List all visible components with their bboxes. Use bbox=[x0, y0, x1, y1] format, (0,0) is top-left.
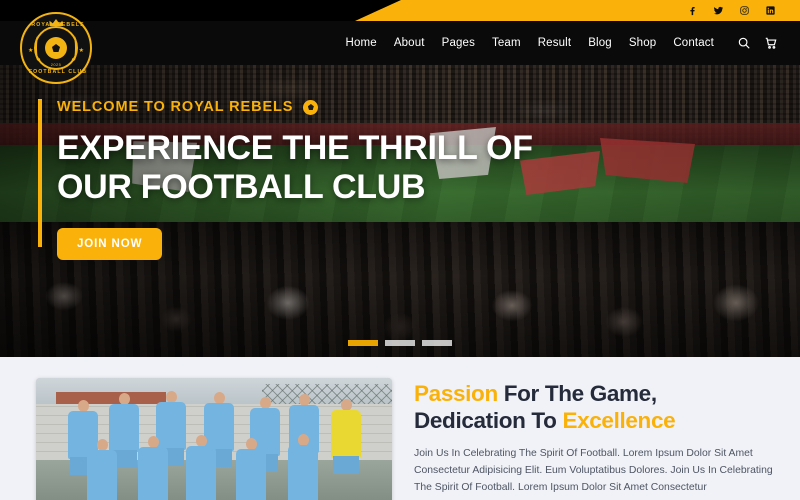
site-header: ROYAL REBELS FOOTBALL CLUB ★ ★ 2025 Home… bbox=[0, 12, 800, 84]
nav-item-team[interactable]: Team bbox=[492, 37, 521, 49]
slider-dot-1[interactable] bbox=[348, 340, 378, 346]
logo-star-right-icon: ★ bbox=[78, 48, 84, 54]
top-bar bbox=[0, 0, 800, 21]
logo-badge: ROYAL REBELS FOOTBALL CLUB ★ ★ 2025 bbox=[20, 12, 92, 84]
page-root: ROYAL REBELS FOOTBALL CLUB ★ ★ 2025 Home… bbox=[0, 0, 800, 500]
hero-eyebrow-text: WELCOME TO ROYAL REBELS bbox=[57, 99, 294, 115]
hero-eyebrow: WELCOME TO ROYAL REBELS bbox=[57, 99, 598, 115]
cart-icon[interactable] bbox=[764, 36, 778, 50]
logo-star-left-icon: ★ bbox=[28, 48, 34, 54]
about-paragraph: Join Us In Celebrating The Spirit Of Foo… bbox=[414, 447, 773, 493]
facebook-icon[interactable] bbox=[687, 5, 698, 16]
about-heading-plain-2: Dedication To bbox=[414, 408, 563, 434]
hero-slider: WELCOME TO ROYAL REBELS EXPERIENCE THE T… bbox=[0, 65, 800, 357]
nav-item-pages[interactable]: Pages bbox=[442, 37, 475, 49]
nav-item-home[interactable]: Home bbox=[346, 37, 377, 49]
search-icon[interactable] bbox=[737, 36, 751, 50]
team-photo bbox=[36, 378, 392, 500]
slider-dot-2[interactable] bbox=[385, 340, 415, 346]
join-now-button[interactable]: JOIN NOW bbox=[57, 227, 163, 260]
hero-accent-bar bbox=[38, 99, 42, 247]
logo-year: 2025 bbox=[50, 62, 62, 67]
hero-content: WELCOME TO ROYAL REBELS EXPERIENCE THE T… bbox=[38, 99, 598, 260]
nav-item-contact[interactable]: Contact bbox=[673, 37, 714, 49]
social-links bbox=[687, 0, 800, 21]
instagram-icon[interactable] bbox=[739, 5, 750, 16]
crown-icon bbox=[49, 19, 63, 26]
linkedin-icon[interactable] bbox=[765, 5, 776, 16]
main-navigation: Home About Pages Team Result Blog Shop C… bbox=[346, 36, 800, 50]
about-heading-plain-1: For The Game, bbox=[497, 381, 657, 406]
photo-roof bbox=[56, 392, 166, 404]
hero-title-line-2: OUR FOOTBALL CLUB bbox=[57, 168, 426, 207]
nav-item-about[interactable]: About bbox=[394, 37, 425, 49]
hero-slider-indicators bbox=[348, 340, 452, 346]
soccer-ball-icon bbox=[45, 37, 67, 59]
about-heading: Passion For The Game, Dedication To Exce… bbox=[414, 380, 774, 435]
hero-title-line-1: EXPERIENCE THE THRILL OF bbox=[57, 129, 533, 167]
nav-item-result[interactable]: Result bbox=[538, 37, 572, 49]
about-heading-highlight-1: Passion bbox=[414, 381, 498, 406]
site-logo[interactable]: ROYAL REBELS FOOTBALL CLUB ★ ★ 2025 bbox=[20, 12, 92, 84]
nav-item-shop[interactable]: Shop bbox=[629, 37, 656, 49]
slider-dot-3[interactable] bbox=[422, 340, 452, 346]
header-actions bbox=[737, 36, 778, 50]
about-text-block: Passion For The Game, Dedication To Exce… bbox=[414, 378, 774, 500]
nav-item-blog[interactable]: Blog bbox=[588, 37, 612, 49]
twitter-icon[interactable] bbox=[713, 5, 724, 16]
about-heading-highlight-2: Excellence bbox=[562, 408, 676, 434]
hero-title: EXPERIENCE THE THRILL OF OUR FOOTBALL CL… bbox=[57, 129, 598, 208]
soccer-ball-accent-icon bbox=[303, 99, 319, 115]
about-section: Passion For The Game, Dedication To Exce… bbox=[0, 357, 800, 500]
